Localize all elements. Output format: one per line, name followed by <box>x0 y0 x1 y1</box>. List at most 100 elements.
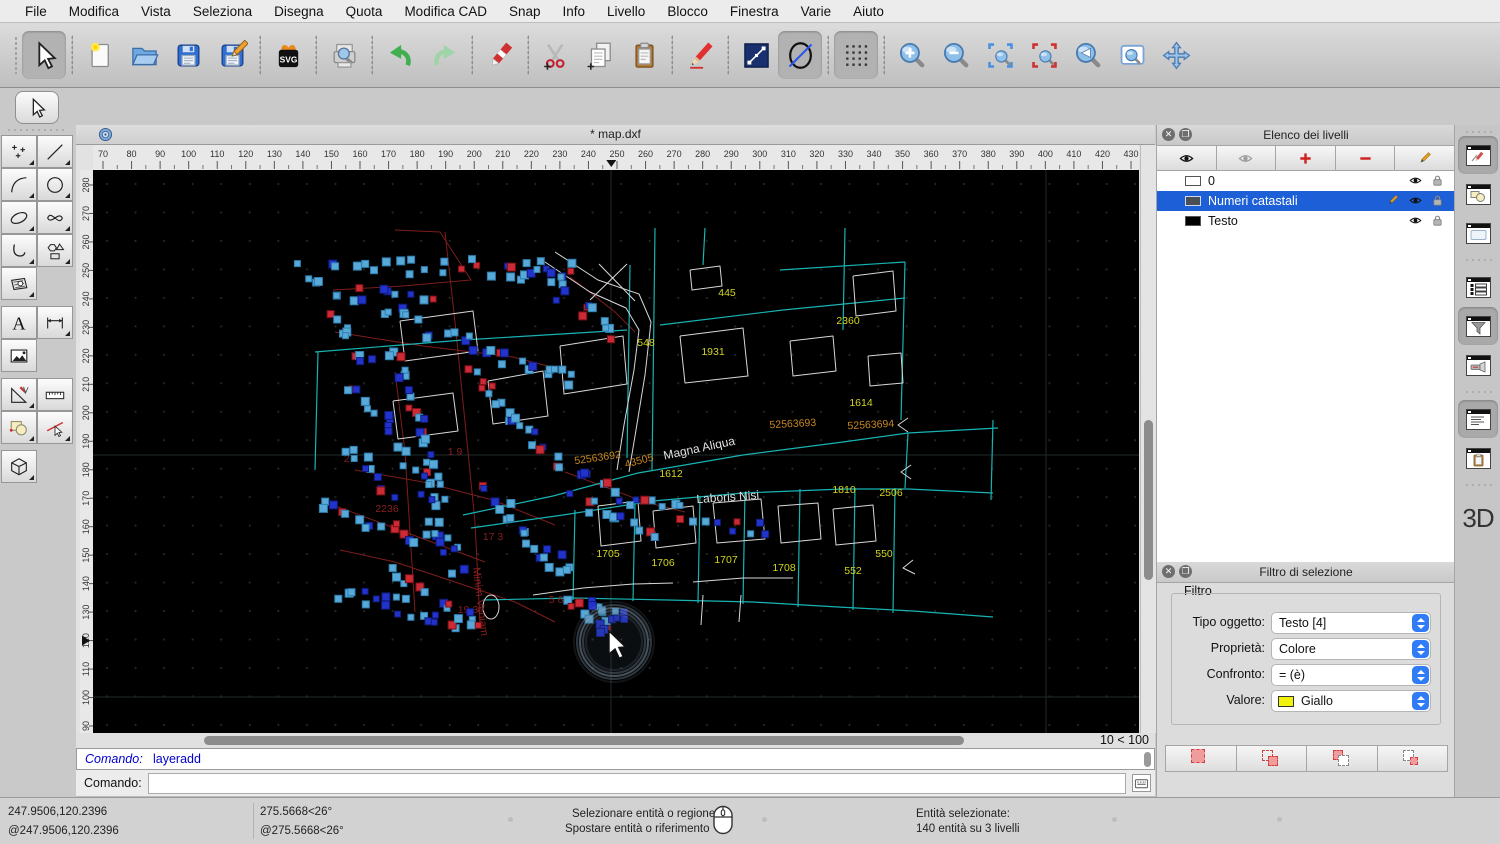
selection-tool-button[interactable] <box>15 91 59 124</box>
hatch-tool-button[interactable] <box>1 267 37 300</box>
palette-toggle-draw[interactable] <box>1458 136 1498 174</box>
text-tool-button[interactable] <box>1 306 37 339</box>
new-file-button[interactable] <box>78 31 122 79</box>
layer-row[interactable]: Testo <box>1157 211 1455 231</box>
layer-color-swatch[interactable] <box>1185 216 1201 226</box>
menu-aiuto[interactable]: Aiuto <box>842 4 895 19</box>
horizontal-scrollbar-thumb[interactable] <box>204 736 964 745</box>
select-add-button[interactable] <box>1236 745 1308 772</box>
layer-row[interactable]: 0 <box>1157 171 1455 191</box>
layer-visibility-toggle[interactable] <box>1408 194 1423 207</box>
cut-button[interactable] <box>534 31 578 79</box>
zoom-out-button[interactable] <box>934 31 978 79</box>
layer-row[interactable]: Numeri catastali <box>1157 191 1455 211</box>
palette-toggle-torch[interactable] <box>1458 346 1498 384</box>
export-svg-button[interactable] <box>266 31 310 79</box>
layer-lock-toggle[interactable] <box>1430 214 1445 227</box>
menu-finestra[interactable]: Finestra <box>719 4 790 19</box>
drawing-canvas[interactable]: 4452360548193116141612181025061705170617… <box>93 170 1139 733</box>
ruler-tool-button[interactable] <box>37 378 73 411</box>
construction-tool-button[interactable] <box>1 378 37 411</box>
erase-button[interactable] <box>478 31 522 79</box>
palette-toggle-blank[interactable] <box>1458 214 1498 252</box>
select-stepper-icon[interactable] <box>1412 640 1429 658</box>
trim-tool-button[interactable] <box>37 411 73 444</box>
ellipse-button[interactable] <box>778 31 822 79</box>
select-stepper-icon[interactable] <box>1412 614 1429 632</box>
select-replace-button[interactable] <box>1165 745 1237 772</box>
vertical-scrollbar[interactable] <box>1140 145 1156 733</box>
points-tool-button[interactable] <box>1 135 37 168</box>
layer-visibility-toggle[interactable] <box>1408 174 1423 187</box>
menu-snap[interactable]: Snap <box>498 4 552 19</box>
filter-value-select[interactable]: Giallo <box>1271 690 1431 712</box>
undo-button[interactable] <box>378 31 422 79</box>
palette-toggle-command[interactable] <box>1458 400 1498 438</box>
filter-type-select[interactable]: Testo [4] <box>1271 612 1431 634</box>
line-tool-button[interactable] <box>37 135 73 168</box>
menu-file[interactable]: File <box>14 4 58 19</box>
zoom-previous-button[interactable] <box>1066 31 1110 79</box>
drawing-window-titlebar[interactable]: * map.dxf <box>76 125 1155 145</box>
menu-seleziona[interactable]: Seleziona <box>182 4 263 19</box>
redo-button[interactable] <box>422 31 466 79</box>
layer-visibility-toggle[interactable] <box>1408 214 1423 227</box>
menu-modifica-cad[interactable]: Modifica CAD <box>393 4 498 19</box>
polygons-tool-button[interactable] <box>37 234 73 267</box>
draw-pencil-button[interactable] <box>678 31 722 79</box>
vertical-scrollbar-thumb[interactable] <box>1144 420 1153 580</box>
arc-tool-button[interactable] <box>1 168 37 201</box>
box3d-tool-button[interactable] <box>1 450 37 483</box>
dimension-tool-button[interactable] <box>37 306 73 339</box>
select-stepper-icon[interactable] <box>1412 692 1429 710</box>
image-tool-button[interactable] <box>1 339 37 372</box>
layer-color-swatch[interactable] <box>1185 176 1201 186</box>
menu-blocco[interactable]: Blocco <box>656 4 719 19</box>
layer-color-swatch[interactable] <box>1185 196 1201 206</box>
save-button[interactable] <box>166 31 210 79</box>
select-stepper-icon[interactable] <box>1412 666 1429 684</box>
select-intersect-button[interactable] <box>1377 745 1449 772</box>
curve-tool-button[interactable] <box>1 234 37 267</box>
palette-toggle-shapes[interactable] <box>1458 175 1498 213</box>
shapes-tool-button[interactable] <box>1 411 37 444</box>
edit-layer-button[interactable] <box>1395 146 1455 170</box>
pan-button[interactable] <box>1154 31 1198 79</box>
layer-lock-toggle[interactable] <box>1430 194 1445 207</box>
circle-tool-button[interactable] <box>37 168 73 201</box>
hide-layer-button[interactable] <box>1217 146 1277 170</box>
filter-compare-select[interactable]: = (è) <box>1271 664 1431 686</box>
menu-livello[interactable]: Livello <box>596 4 656 19</box>
menu-quota[interactable]: Quota <box>335 4 394 19</box>
open-file-button[interactable] <box>122 31 166 79</box>
horizontal-scrollbar[interactable]: 10 < 100 <box>76 733 1155 748</box>
save-as-button[interactable] <box>210 31 254 79</box>
palette-toggle-clipboard[interactable] <box>1458 439 1498 477</box>
zoom-fit-button[interactable] <box>978 31 1022 79</box>
print-button[interactable] <box>322 31 366 79</box>
menu-info[interactable]: Info <box>552 4 597 19</box>
grid-button[interactable] <box>834 31 878 79</box>
remove-layer-button[interactable] <box>1336 146 1396 170</box>
copy-button[interactable] <box>578 31 622 79</box>
layer-lock-toggle[interactable] <box>1430 174 1445 187</box>
menu-vista[interactable]: Vista <box>130 4 182 19</box>
menu-varie[interactable]: Varie <box>790 4 843 19</box>
paste-button[interactable] <box>622 31 666 79</box>
command-input[interactable] <box>148 773 1126 794</box>
add-layer-button[interactable] <box>1276 146 1336 170</box>
zoom-window-button[interactable] <box>1110 31 1154 79</box>
select-subtract-button[interactable] <box>1306 745 1378 772</box>
menu-disegna[interactable]: Disegna <box>263 4 335 19</box>
show-layer-button[interactable] <box>1157 146 1217 170</box>
palette-toggle-filter[interactable] <box>1458 307 1498 345</box>
palette-toggle-list[interactable] <box>1458 268 1498 306</box>
zoom-in-button[interactable] <box>890 31 934 79</box>
pointer-button[interactable] <box>22 31 66 79</box>
zoom-selection-button[interactable] <box>1022 31 1066 79</box>
menu-modifica[interactable]: Modifica <box>58 4 130 19</box>
ellipse-tool-button[interactable] <box>1 201 37 234</box>
polyline-button[interactable] <box>734 31 778 79</box>
history-scrollbar-thumb[interactable] <box>1144 752 1151 767</box>
keyboard-button[interactable] <box>1132 774 1151 792</box>
